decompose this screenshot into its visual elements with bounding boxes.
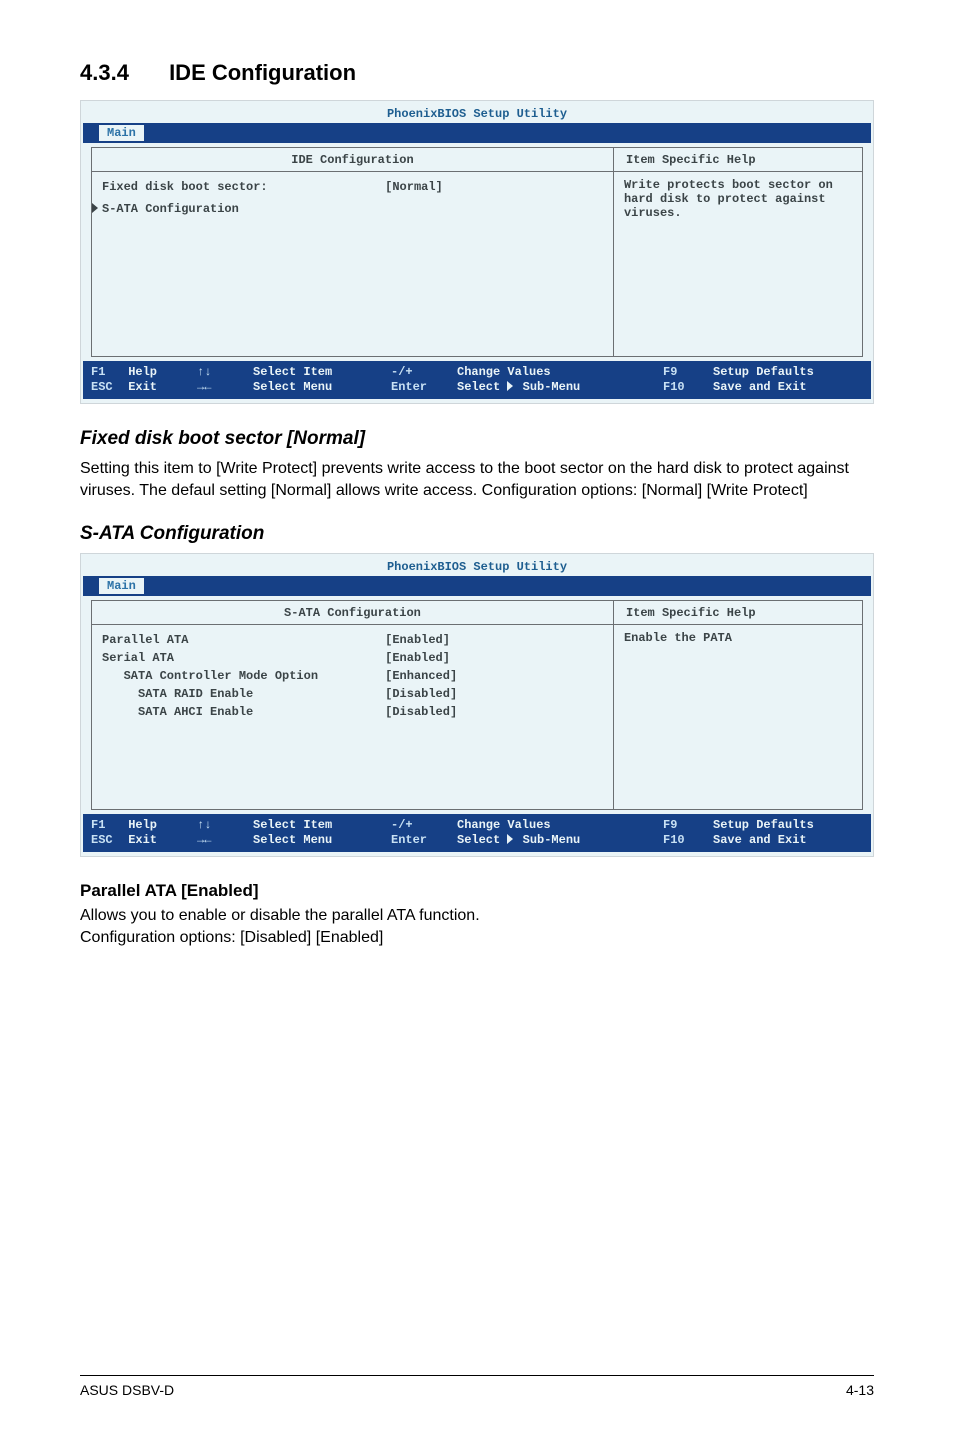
label-help: Help [128, 818, 157, 832]
bios-table: S-ATA Configuration Parallel ATA[Enabled… [91, 600, 863, 810]
label-select-menu: Select Menu [253, 833, 381, 848]
bios-screenshot-sata: PhoenixBIOS Setup Utility Main S-ATA Con… [80, 553, 874, 857]
key-f10: F10 [663, 380, 693, 395]
label-select-submenu: Select Sub-Menu [457, 833, 653, 848]
label-change-values: Change Values [457, 365, 653, 380]
label-select-submenu: Select Sub-Menu [457, 380, 653, 395]
bios-tab-main: Main [99, 125, 144, 141]
label-change-values: Change Values [457, 818, 653, 833]
bios-row: SATA RAID Enable[Disabled] [102, 685, 603, 703]
row-value: [Enabled] [385, 631, 603, 649]
row-label: Serial ATA [102, 649, 385, 667]
footer-right: 4-13 [846, 1382, 874, 1398]
bios-app-title: PhoenixBIOS Setup Utility [91, 560, 863, 574]
key-f9: F9 [663, 365, 693, 380]
subsection-heading-parallel-ata: Parallel ATA [Enabled] [80, 881, 874, 901]
triangle-icon [507, 834, 513, 844]
submenu-indicator-icon [92, 200, 98, 218]
label-help: Help [128, 365, 157, 379]
bios-row: SATA AHCI Enable[Disabled] [102, 703, 603, 721]
subsection-body-fixed-disk: Setting this item to [Write Protect] pre… [80, 458, 874, 501]
row-label: SATA AHCI Enable [102, 703, 385, 721]
label-select-item: Select Item [253, 365, 381, 380]
label-save-exit: Save and Exit [713, 380, 863, 395]
section-heading: 4.3.4 IDE Configuration [80, 60, 874, 86]
label-select-menu: Select Menu [253, 380, 381, 395]
key-updown: ↑↓ [197, 818, 227, 833]
subsection-heading-sata: S-ATA Configuration [80, 523, 874, 545]
label-exit: Exit [128, 833, 157, 847]
row-value: [Disabled] [385, 703, 603, 721]
bios-row: S-ATA Configuration [102, 200, 603, 218]
key-minus-plus: -/+ [391, 365, 421, 380]
label-setup-defaults: Setup Defaults [713, 365, 863, 380]
subsection-heading-fixed-disk: Fixed disk boot sector [Normal] [80, 428, 874, 450]
parallel-ata-line2: Configuration options: [Disabled] [Enabl… [80, 929, 383, 946]
key-f1: F1 [91, 365, 121, 380]
section-number: 4.3.4 [80, 60, 129, 86]
row-value: [Enabled] [385, 649, 603, 667]
label-save-exit: Save and Exit [713, 833, 863, 848]
row-label: S-ATA Configuration [102, 200, 385, 218]
row-label: SATA RAID Enable [102, 685, 385, 703]
left-column-header: IDE Configuration [92, 148, 613, 172]
triangle-icon [507, 381, 513, 391]
row-value: [Enhanced] [385, 667, 603, 685]
key-updown: ↑↓ [197, 365, 227, 380]
subsection-body-parallel-ata: Allows you to enable or disable the para… [80, 905, 874, 948]
page-footer: ASUS DSBV-D 4-13 [80, 1375, 874, 1398]
key-leftright: →← [197, 833, 227, 848]
row-value: [Disabled] [385, 685, 603, 703]
bios-table: IDE Configuration Fixed disk boot sector… [91, 147, 863, 357]
key-f1: F1 [91, 818, 121, 833]
key-enter: Enter [391, 380, 427, 395]
row-label: Parallel ATA [102, 631, 385, 649]
key-f9: F9 [663, 818, 693, 833]
help-text: Write protects boot sector on hard disk … [614, 172, 862, 356]
bios-app-title: PhoenixBIOS Setup Utility [91, 107, 863, 121]
bios-row: Fixed disk boot sector: [Normal] [102, 178, 603, 196]
bios-footer-bar: F1 Help ESC Exit ↑↓ →← Select Item Selec… [83, 361, 871, 399]
footer-left: ASUS DSBV-D [80, 1382, 174, 1398]
key-f10: F10 [663, 833, 693, 848]
bios-tab-bar: Main [83, 576, 871, 596]
key-enter: Enter [391, 833, 427, 848]
row-value: [Normal] [385, 178, 603, 196]
left-column-header: S-ATA Configuration [92, 601, 613, 625]
help-text: Enable the PATA [614, 625, 862, 809]
row-label: Fixed disk boot sector: [102, 178, 385, 196]
label-exit: Exit [128, 380, 157, 394]
key-esc: ESC [91, 380, 121, 395]
bios-row: Serial ATA[Enabled] [102, 649, 603, 667]
bios-footer-bar: F1 Help ESC Exit ↑↓ →← Select Item Selec… [83, 814, 871, 852]
key-leftright: →← [197, 380, 227, 395]
bios-tab-main: Main [99, 578, 144, 594]
row-label: SATA Controller Mode Option [102, 667, 385, 685]
bios-row: Parallel ATA[Enabled] [102, 631, 603, 649]
right-column-header: Item Specific Help [614, 601, 862, 625]
bios-tab-bar: Main [83, 123, 871, 143]
label-setup-defaults: Setup Defaults [713, 818, 863, 833]
parallel-ata-line1: Allows you to enable or disable the para… [80, 907, 480, 924]
bios-row: SATA Controller Mode Option[Enhanced] [102, 667, 603, 685]
key-minus-plus: -/+ [391, 818, 421, 833]
bios-screenshot-ide: PhoenixBIOS Setup Utility Main IDE Confi… [80, 100, 874, 404]
right-column-header: Item Specific Help [614, 148, 862, 172]
label-select-item: Select Item [253, 818, 381, 833]
key-esc: ESC [91, 833, 121, 848]
row-value [385, 200, 603, 218]
section-title-text: IDE Configuration [169, 60, 356, 85]
